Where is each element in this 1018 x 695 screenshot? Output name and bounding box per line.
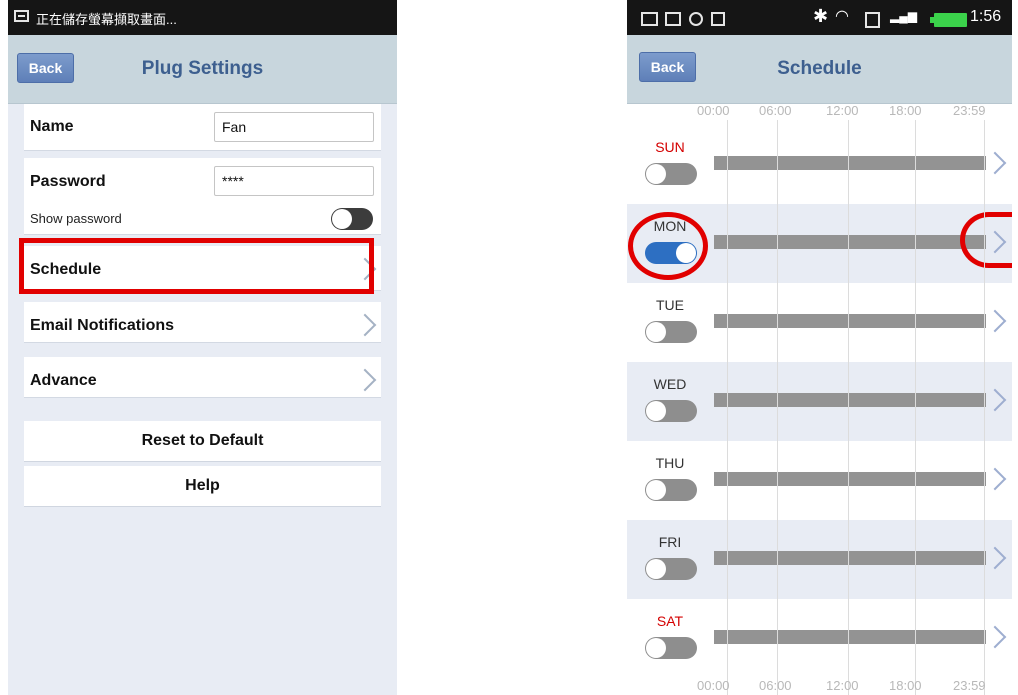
day-schedule-bar[interactable]: [714, 630, 986, 644]
advance-label: Advance: [30, 372, 97, 389]
password-row: Password ****: [24, 158, 381, 202]
screenshot-icon: [641, 12, 658, 26]
time-axis-label-top: 12:00: [826, 103, 859, 118]
day-toggle[interactable]: [645, 163, 697, 185]
day-toggle[interactable]: [645, 479, 697, 501]
day-label: FRI: [658, 534, 682, 550]
mon-chevron-highlight-circle: [960, 212, 1012, 268]
time-axis-label-top: 18:00: [889, 103, 922, 118]
chevron-right-icon[interactable]: [983, 546, 1007, 570]
schedule-screen: ✱ ◠ ▂▄▆ 1:56 Back Schedule SUN MON TUE WED T…: [627, 0, 1012, 695]
day-row-sat: SAT: [627, 599, 1012, 678]
time-gridline: [915, 120, 916, 695]
chevron-right-icon[interactable]: [983, 309, 1007, 333]
day-label: WED: [653, 376, 687, 392]
storage-icon: [865, 12, 880, 28]
name-label: Name: [30, 118, 74, 135]
chevron-right-icon: [353, 368, 377, 392]
email-notifications-label: Email Notifications: [30, 317, 175, 334]
plug-settings-screen: 正在儲存螢幕擷取畫面... Back Plug Settings Name Fa…: [8, 0, 397, 695]
day-toggle[interactable]: [645, 321, 697, 343]
password-input[interactable]: ****: [214, 166, 374, 196]
page-title: Schedule: [777, 58, 862, 79]
day-schedule-bar[interactable]: [714, 472, 986, 486]
day-label: SAT: [656, 613, 684, 629]
day-label: SUN: [655, 139, 685, 155]
time-gridline: [984, 120, 985, 695]
mon-toggle-highlight-circle: [628, 212, 708, 280]
chevron-right-icon[interactable]: [983, 467, 1007, 491]
toggle-knob: [646, 322, 666, 342]
day-row-sun: SUN: [627, 125, 1012, 204]
day-schedule-bar[interactable]: [714, 156, 986, 170]
toggle-knob: [646, 401, 666, 421]
day-schedule-bar[interactable]: [714, 551, 986, 565]
time-gridline: [727, 120, 728, 695]
day-toggle[interactable]: [645, 637, 697, 659]
status-clock: 1:56: [970, 8, 1002, 25]
time-axis-label-bottom: 12:00: [826, 678, 859, 693]
time-axis-label-top: 00:00: [697, 103, 730, 118]
upload-icon: [711, 12, 725, 26]
show-password-row: Show password: [24, 202, 381, 235]
chevron-right-icon: [353, 313, 377, 337]
email-notifications-row[interactable]: Email Notifications: [24, 302, 381, 343]
name-row: Name Fan: [24, 104, 381, 151]
day-row-fri: FRI: [627, 520, 1012, 599]
day-toggle[interactable]: [645, 400, 697, 422]
toggle-knob: [646, 638, 666, 658]
bluetooth-icon: ✱: [813, 6, 829, 26]
reset-to-default-button[interactable]: Reset to Default: [24, 421, 381, 462]
time-axis-label-top: 23:59: [953, 103, 986, 118]
page-title: Plug Settings: [141, 58, 264, 79]
chevron-right-icon[interactable]: [983, 625, 1007, 649]
signal-icon: ▂▄▆: [890, 9, 917, 23]
day-schedule-bar[interactable]: [714, 314, 986, 328]
time-gridline: [777, 120, 778, 695]
time-axis-label-bottom: 00:00: [697, 678, 730, 693]
advance-row[interactable]: Advance: [24, 357, 381, 398]
screenshot-notification-icon: [14, 10, 29, 22]
chevron-right-icon[interactable]: [983, 388, 1007, 412]
day-label: TUE: [656, 297, 684, 313]
day-row-thu: THU: [627, 441, 1012, 520]
time-axis-label-bottom: 23:59: [953, 678, 986, 693]
day-row-tue: TUE: [627, 283, 1012, 362]
toggle-knob: [332, 209, 352, 229]
schedule-highlight-box: [19, 238, 374, 294]
time-axis-label-bottom: 06:00: [759, 678, 792, 693]
clock-status-icon: [689, 12, 703, 26]
day-label: THU: [655, 455, 685, 471]
toggle-knob: [646, 164, 666, 184]
name-input[interactable]: Fan: [214, 112, 374, 142]
show-password-toggle[interactable]: [331, 208, 373, 230]
time-axis-label-bottom: 18:00: [889, 678, 922, 693]
gallery-icon: [665, 12, 681, 26]
password-label: Password: [30, 173, 106, 190]
toggle-knob: [646, 480, 666, 500]
title-bar: Back Schedule: [627, 35, 1012, 104]
battery-icon: [930, 13, 967, 27]
help-button[interactable]: Help: [24, 466, 381, 507]
day-toggle[interactable]: [645, 558, 697, 580]
time-gridline: [848, 120, 849, 695]
status-notification-text: 正在儲存螢幕擷取畫面...: [36, 12, 177, 27]
status-bar: ✱ ◠ ▂▄▆ 1:56: [627, 0, 1012, 35]
title-bar: Back Plug Settings: [8, 35, 397, 104]
day-schedule-bar[interactable]: [714, 393, 986, 407]
chevron-right-icon[interactable]: [983, 151, 1007, 175]
wifi-icon: ◠: [835, 8, 849, 25]
show-password-label: Show password: [30, 211, 122, 226]
day-row-wed: WED: [627, 362, 1012, 441]
toggle-knob: [646, 559, 666, 579]
status-bar: 正在儲存螢幕擷取畫面...: [8, 0, 397, 35]
time-axis-label-top: 06:00: [759, 103, 792, 118]
day-schedule-bar[interactable]: [714, 235, 986, 249]
